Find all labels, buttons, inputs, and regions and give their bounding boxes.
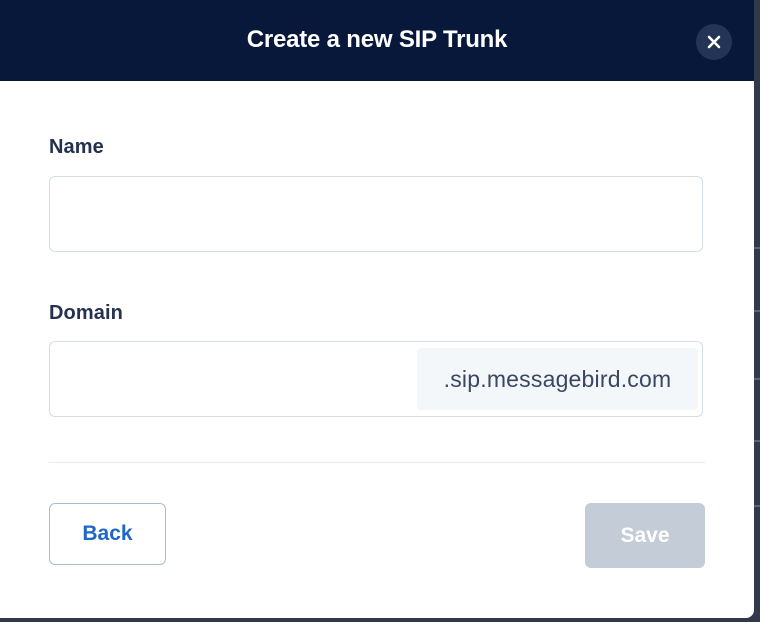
back-button[interactable]: Back	[49, 503, 166, 565]
backdrop-divider	[754, 247, 760, 249]
domain-label: Domain	[49, 302, 123, 324]
dialog-header: Create a new SIP Trunk	[0, 0, 754, 81]
backdrop-divider	[754, 440, 760, 442]
name-input[interactable]	[49, 176, 703, 252]
backdrop-divider	[754, 505, 760, 507]
close-button[interactable]	[696, 24, 732, 60]
domain-input[interactable]	[50, 342, 410, 416]
footer-divider	[49, 462, 705, 463]
create-sip-trunk-dialog: Create a new SIP Trunk Name Domain .sip.…	[0, 0, 754, 618]
domain-field: .sip.messagebird.com	[49, 341, 703, 417]
name-label: Name	[49, 136, 104, 158]
backdrop-divider	[754, 378, 760, 380]
dialog-title: Create a new SIP Trunk	[246, 25, 508, 53]
backdrop-divider	[754, 310, 760, 312]
close-icon	[707, 35, 721, 49]
domain-suffix: .sip.messagebird.com	[417, 348, 698, 410]
save-button[interactable]: Save	[585, 503, 705, 568]
